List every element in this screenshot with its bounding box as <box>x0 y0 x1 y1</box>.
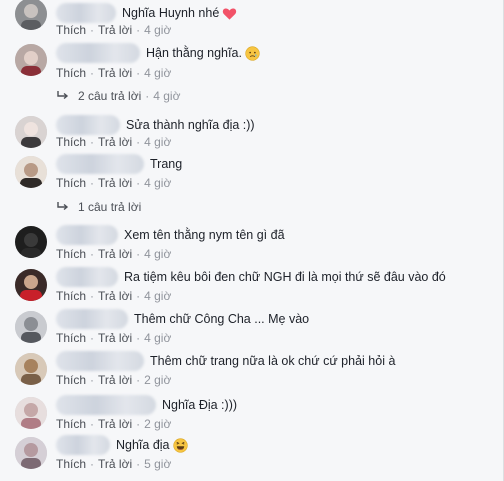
comment-text: Ra tiệm kêu bôi đen chữ NGH đi là mọi th… <box>124 270 446 284</box>
like-button[interactable]: Thích <box>56 417 86 431</box>
separator-dot: · <box>136 331 141 345</box>
comment-text: Nghĩa Huynh nhé <box>122 6 220 20</box>
comment-text: Nghĩa địa <box>116 438 170 452</box>
commenter-name[interactable] <box>56 154 144 174</box>
reply-button[interactable]: Trả lời <box>98 457 132 471</box>
separator-dot: · <box>90 135 95 149</box>
commenter-name[interactable] <box>56 3 116 23</box>
heart-emoji <box>223 7 237 20</box>
view-replies-link[interactable]: 2 câu trả lời <box>78 89 141 103</box>
comment-text: Nghĩa Địa :))) <box>162 398 238 412</box>
reply-button[interactable]: Trả lời <box>98 23 132 37</box>
comment-text: Xem tên thằng nym tên gì đã <box>124 228 285 242</box>
like-button[interactable]: Thích <box>56 331 86 345</box>
separator-dot: · <box>90 289 95 303</box>
commenter-name[interactable] <box>56 267 118 287</box>
avatar[interactable] <box>15 226 47 258</box>
separator-dot: · <box>90 176 95 190</box>
comment-time[interactable]: 4 giờ <box>144 66 171 80</box>
commenter-name[interactable] <box>56 395 156 415</box>
separator-dot: · <box>90 66 95 80</box>
commenter-name[interactable] <box>56 43 140 63</box>
avatar[interactable] <box>15 156 47 188</box>
comment-text: Hận thằng nghĩa. <box>146 46 242 60</box>
avatar[interactable] <box>15 437 47 469</box>
avatar[interactable] <box>15 397 47 429</box>
separator-dot: · <box>136 247 141 261</box>
avatar[interactable] <box>15 353 47 385</box>
avatar[interactable] <box>15 311 47 343</box>
reply-button[interactable]: Trả lời <box>98 373 132 387</box>
separator-dot: · <box>136 457 141 471</box>
separator-dot: · <box>90 417 95 431</box>
comment-time[interactable]: 4 giờ <box>144 176 171 190</box>
reply-button[interactable]: Trả lời <box>98 417 132 431</box>
comment-text: Trang <box>150 157 183 171</box>
reply-button[interactable]: Trả lời <box>98 176 132 190</box>
like-button[interactable]: Thích <box>56 247 86 261</box>
like-button[interactable]: Thích <box>56 373 86 387</box>
comment-time[interactable]: 4 giờ <box>144 247 171 261</box>
reply-button[interactable]: Trả lời <box>98 66 132 80</box>
laughing-emoji <box>172 437 188 453</box>
separator-dot: · <box>136 289 141 303</box>
separator-dot: · <box>90 457 95 471</box>
like-button[interactable]: Thích <box>56 23 86 37</box>
separator-dot: · <box>136 66 141 80</box>
separator-dot: · <box>90 247 95 261</box>
like-button[interactable]: Thích <box>56 457 86 471</box>
reply-button[interactable]: Trả lời <box>98 135 132 149</box>
like-button[interactable]: Thích <box>56 135 86 149</box>
commenter-name[interactable] <box>56 351 144 371</box>
comment-time[interactable]: 5 giờ <box>144 457 171 471</box>
separator-dot: · <box>136 135 141 149</box>
separator-dot: · <box>136 23 141 37</box>
comment-time[interactable]: 4 giờ <box>144 135 171 149</box>
commenter-name[interactable] <box>56 115 120 135</box>
separator-dot: · <box>90 23 95 37</box>
reply-arrow-icon <box>57 91 69 100</box>
comment-text: Thêm chữ Công Cha ... Mẹ vào <box>134 312 310 326</box>
comment-text: Thêm chữ trang nữa là ok chứ cứ phải hỏi… <box>150 354 396 368</box>
comment-text: Sửa thành nghĩa địa :)) <box>126 118 255 132</box>
comment-time[interactable]: 4 giờ <box>144 289 171 303</box>
like-button[interactable]: Thích <box>56 176 86 190</box>
avatar[interactable] <box>15 44 47 76</box>
reply-button[interactable]: Trả lời <box>98 289 132 303</box>
like-button[interactable]: Thích <box>56 66 86 80</box>
commenter-name[interactable] <box>56 309 128 329</box>
avatar[interactable] <box>15 116 47 148</box>
separator-dot: · <box>90 331 95 345</box>
reply-arrow-icon <box>57 202 69 211</box>
separator-dot: · <box>136 417 141 431</box>
reply-time: 4 giờ <box>153 89 181 103</box>
commenter-name[interactable] <box>56 435 110 455</box>
comment-time[interactable]: 4 giờ <box>144 23 171 37</box>
separator-dot: · <box>136 176 141 190</box>
comment-time[interactable]: 2 giờ <box>144 417 171 431</box>
comment-time[interactable]: 4 giờ <box>144 331 171 345</box>
like-button[interactable]: Thích <box>56 289 86 303</box>
separator-dot: · <box>90 373 95 387</box>
avatar[interactable] <box>15 0 47 30</box>
separator-dot: · <box>136 373 141 387</box>
view-replies-link[interactable]: 1 câu trả lời <box>78 200 141 214</box>
crying-emoji <box>245 45 260 61</box>
reply-button[interactable]: Trả lời <box>98 331 132 345</box>
reply-button[interactable]: Trả lời <box>98 247 132 261</box>
avatar[interactable] <box>15 269 47 301</box>
comment-time[interactable]: 2 giờ <box>144 373 171 387</box>
commenter-name[interactable] <box>56 225 118 245</box>
separator-dot: · <box>145 89 150 103</box>
